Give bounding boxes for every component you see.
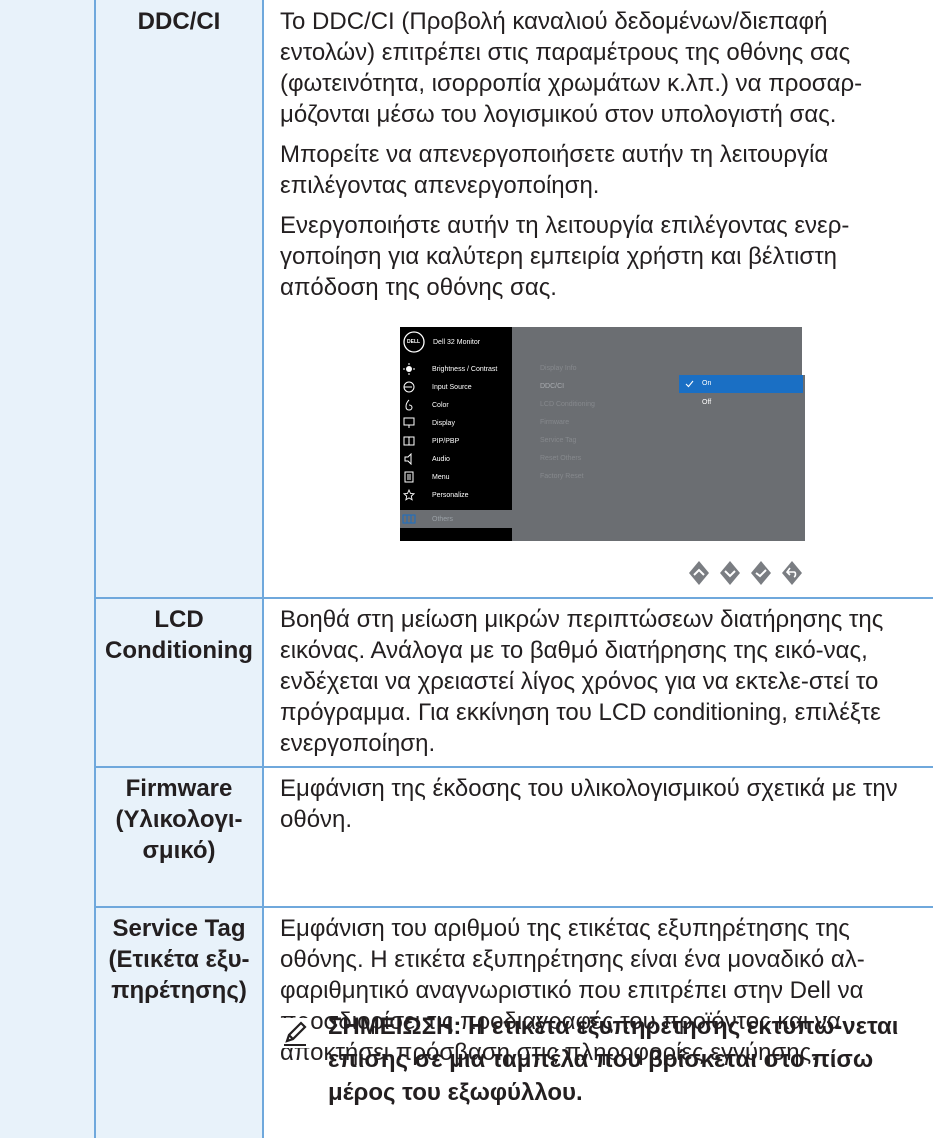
menu-icon <box>401 469 417 485</box>
row-divider <box>94 906 933 908</box>
osd-submenu-item[interactable]: Service Tag <box>540 437 576 444</box>
osd-menu-input-source[interactable]: Input Source <box>400 378 512 396</box>
label-line: (Ετικέτα εξυ- <box>108 946 250 973</box>
osd-nav-buttons <box>687 560 804 586</box>
osd-menu-display[interactable]: Display <box>400 414 512 432</box>
back-button-icon[interactable] <box>780 560 804 586</box>
osd-menu-label: Audio <box>432 455 450 463</box>
margin-column <box>0 0 95 1138</box>
row-label-firmware: Firmware (Υλικολογι- σμικό) <box>96 773 262 866</box>
osd-submenu-item[interactable]: LCD Conditioning <box>540 401 595 408</box>
osd-submenu-item[interactable]: DDC/CI <box>540 383 564 390</box>
check-icon <box>685 380 694 388</box>
osd-menu-pip[interactable]: PIP/PBP <box>400 432 512 450</box>
row-divider <box>94 597 933 599</box>
osd-menu-brightness[interactable]: Brightness / Contrast <box>400 360 512 378</box>
osd-option-highlight <box>679 375 803 393</box>
osd-menu-personalize[interactable]: Personalize <box>400 486 512 504</box>
note-pencil-icon <box>280 1018 310 1048</box>
osd-menu-audio[interactable]: Audio <box>400 450 512 468</box>
osd-option-on[interactable]: On <box>702 380 711 387</box>
row-label-ddcci: DDC/CI <box>137 8 221 35</box>
table-border-mid <box>262 0 264 1138</box>
display-icon <box>401 415 417 431</box>
osd-menu-label: Others <box>432 515 454 523</box>
paragraph: Ενεργοποιήστε αυτήν τη λειτουργία επιλέγ… <box>280 212 850 301</box>
others-icon <box>401 511 417 527</box>
osd-menu-label: Brightness / Contrast <box>432 365 498 373</box>
color-icon <box>401 397 417 413</box>
label-line: LCD <box>154 606 204 633</box>
row-desc-firmware: Εμφάνιση της έκδοσης του υλικολογισμικού… <box>280 775 898 833</box>
sun-icon <box>401 361 417 377</box>
up-button-icon[interactable] <box>687 560 711 586</box>
osd-submenu-item[interactable]: Firmware <box>540 419 569 426</box>
osd-menu-label: Display <box>432 419 455 427</box>
label-line: Conditioning <box>105 637 253 664</box>
down-button-icon[interactable] <box>718 560 742 586</box>
osd-menu-others[interactable]: Others <box>400 510 512 528</box>
label-line: (Υλικολογι- <box>115 806 243 833</box>
paragraph: Μπορείτε να απενεργοποιήσετε αυτήν τη λε… <box>280 141 829 199</box>
osd-title: Dell 32 Monitor <box>433 339 481 346</box>
label-line: Service Tag <box>112 915 246 942</box>
osd-screenshot: DELL Dell 32 Monitor Brightness / Contra… <box>400 327 805 541</box>
osd-menu-label: Menu <box>432 473 450 481</box>
osd-option-off[interactable]: Off <box>702 399 711 406</box>
speaker-icon <box>401 451 417 467</box>
osd-submenu-item[interactable]: Reset Others <box>540 455 581 462</box>
osd-logo-text: DELL <box>407 339 421 345</box>
row-label-lcd-conditioning: LCD Conditioning <box>96 604 262 666</box>
osd-submenu-item[interactable]: Factory Reset <box>540 473 584 480</box>
pip-icon <box>401 433 417 449</box>
paragraph: Το DDC/CI (Προβολή καναλιού δεδομένων/δι… <box>280 8 863 128</box>
row-desc-lcd-conditioning: Βοηθά στη μείωση μικρών περιπτώσεων διατ… <box>280 606 884 757</box>
osd-menu-menu[interactable]: Menu <box>400 468 512 486</box>
label-line: σμικό) <box>142 837 216 864</box>
input-source-icon <box>401 379 417 395</box>
osd-menu-label: Personalize <box>432 491 469 499</box>
row-desc-ddcci: Το DDC/CI (Προβολή καναλιού δεδομένων/δι… <box>280 6 915 303</box>
label-line: πηρέτησης) <box>111 977 247 1004</box>
star-icon <box>401 487 417 503</box>
osd-submenu-item[interactable]: Display Info <box>540 365 577 372</box>
row-label-service-tag: Service Tag (Ετικέτα εξυ- πηρέτησης) <box>96 913 262 1006</box>
osd-menu-label: PIP/PBP <box>432 437 460 445</box>
osd-menu-label: Color <box>432 401 449 409</box>
osd-scrollbar <box>802 327 805 375</box>
label-line: Firmware <box>125 775 233 802</box>
osd-menu-label: Input Source <box>432 383 472 391</box>
confirm-button-icon[interactable] <box>749 560 773 586</box>
row-divider <box>94 766 933 768</box>
osd-menu-color[interactable]: Color <box>400 396 512 414</box>
note-text: ΣΗΜΕΙΩΣΗ: Η ετικέτα εξυπηρέτησης εκτυπώ-… <box>328 1013 899 1106</box>
